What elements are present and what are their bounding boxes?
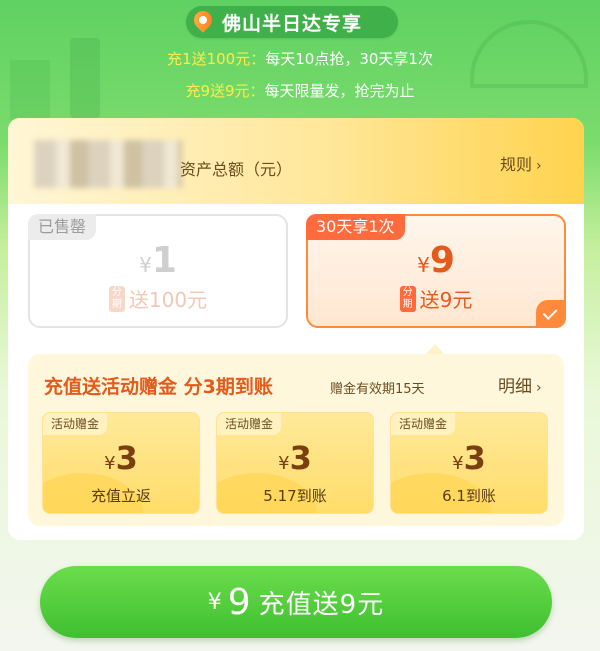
recharge-option-1[interactable]: 已售罄 ¥1 分期 送100元 xyxy=(28,214,288,328)
rule-link[interactable]: 规则 › xyxy=(500,151,542,175)
promo-line-2: 充9送9元：每天限量发，抢完为止 xyxy=(185,82,415,100)
option-gift: 分期 送9元 xyxy=(308,284,564,313)
bonus-item: 活动赠金 ¥3 充值立返 xyxy=(42,412,200,514)
location-pin-icon xyxy=(190,7,216,33)
bonus-item: 活动赠金 ¥3 5.17到账 xyxy=(216,412,374,514)
installment-badge: 分期 xyxy=(399,285,416,312)
bonus-item-tag: 活动赠金 xyxy=(43,413,108,435)
bonus-item-amount: ¥3 xyxy=(104,439,138,477)
bonus-item-tag: 活动赠金 xyxy=(391,413,456,435)
bonus-validity: 赠金有效期15天 xyxy=(330,382,425,397)
bonus-item-note: 6.1到账 xyxy=(442,487,496,505)
bonus-item-tag: 活动赠金 xyxy=(217,413,282,435)
promo-line-1: 充1送100元：每天10点抢，30天享1次 xyxy=(167,50,433,68)
option-price: ¥9 xyxy=(417,240,455,281)
check-icon xyxy=(536,300,566,328)
asset-total-label: 资产总额（元） xyxy=(180,160,293,179)
sold-out-tag: 已售罄 xyxy=(28,214,97,240)
bonus-item-amount: ¥3 xyxy=(278,439,312,477)
bonus-item-note: 充值立返 xyxy=(90,487,151,505)
bonus-title: 充值送活动赠金 分3期到账 xyxy=(44,376,273,398)
recharge-page: 佛山半日达专享 充1送100元：每天10点抢，30天享1次 充9送9元：每天限量… xyxy=(0,0,600,651)
option-gift: 分期 送100元 xyxy=(30,284,286,313)
bonus-pointer xyxy=(426,344,444,354)
location-label: 佛山半日达专享 xyxy=(222,12,363,35)
bonus-item: 活动赠金 ¥3 6.1到账 xyxy=(390,412,548,514)
option-price: ¥1 xyxy=(139,240,177,281)
asset-summary: 资产总额（元） 规则 › xyxy=(8,118,584,204)
blurred-asset-value xyxy=(34,140,182,188)
bonus-panel: 充值送活动赠金 分3期到账 赠金有效期15天 明细 › 活动赠金 ¥3 充值立返 … xyxy=(28,354,564,526)
chevron-right-icon: › xyxy=(536,158,542,174)
detail-link[interactable]: 明细 › xyxy=(498,372,542,397)
recharge-option-2[interactable]: 30天享1次 ¥9 分期 送9元 xyxy=(306,214,566,328)
chevron-right-icon: › xyxy=(536,380,542,396)
recharge-card: 资产总额（元） 规则 › 已售罄 ¥1 分期 送100元 30天享1次 ¥9 分期… xyxy=(8,118,584,540)
bonus-item-note: 5.17到账 xyxy=(263,487,327,505)
frequency-tag: 30天享1次 xyxy=(306,214,405,240)
location-badge: 佛山半日达专享 xyxy=(186,6,398,38)
recharge-cta-button[interactable]: ¥ 9 充值送9元 xyxy=(40,566,552,638)
installment-badge: 分期 xyxy=(108,285,125,312)
bonus-item-amount: ¥3 xyxy=(452,439,486,477)
